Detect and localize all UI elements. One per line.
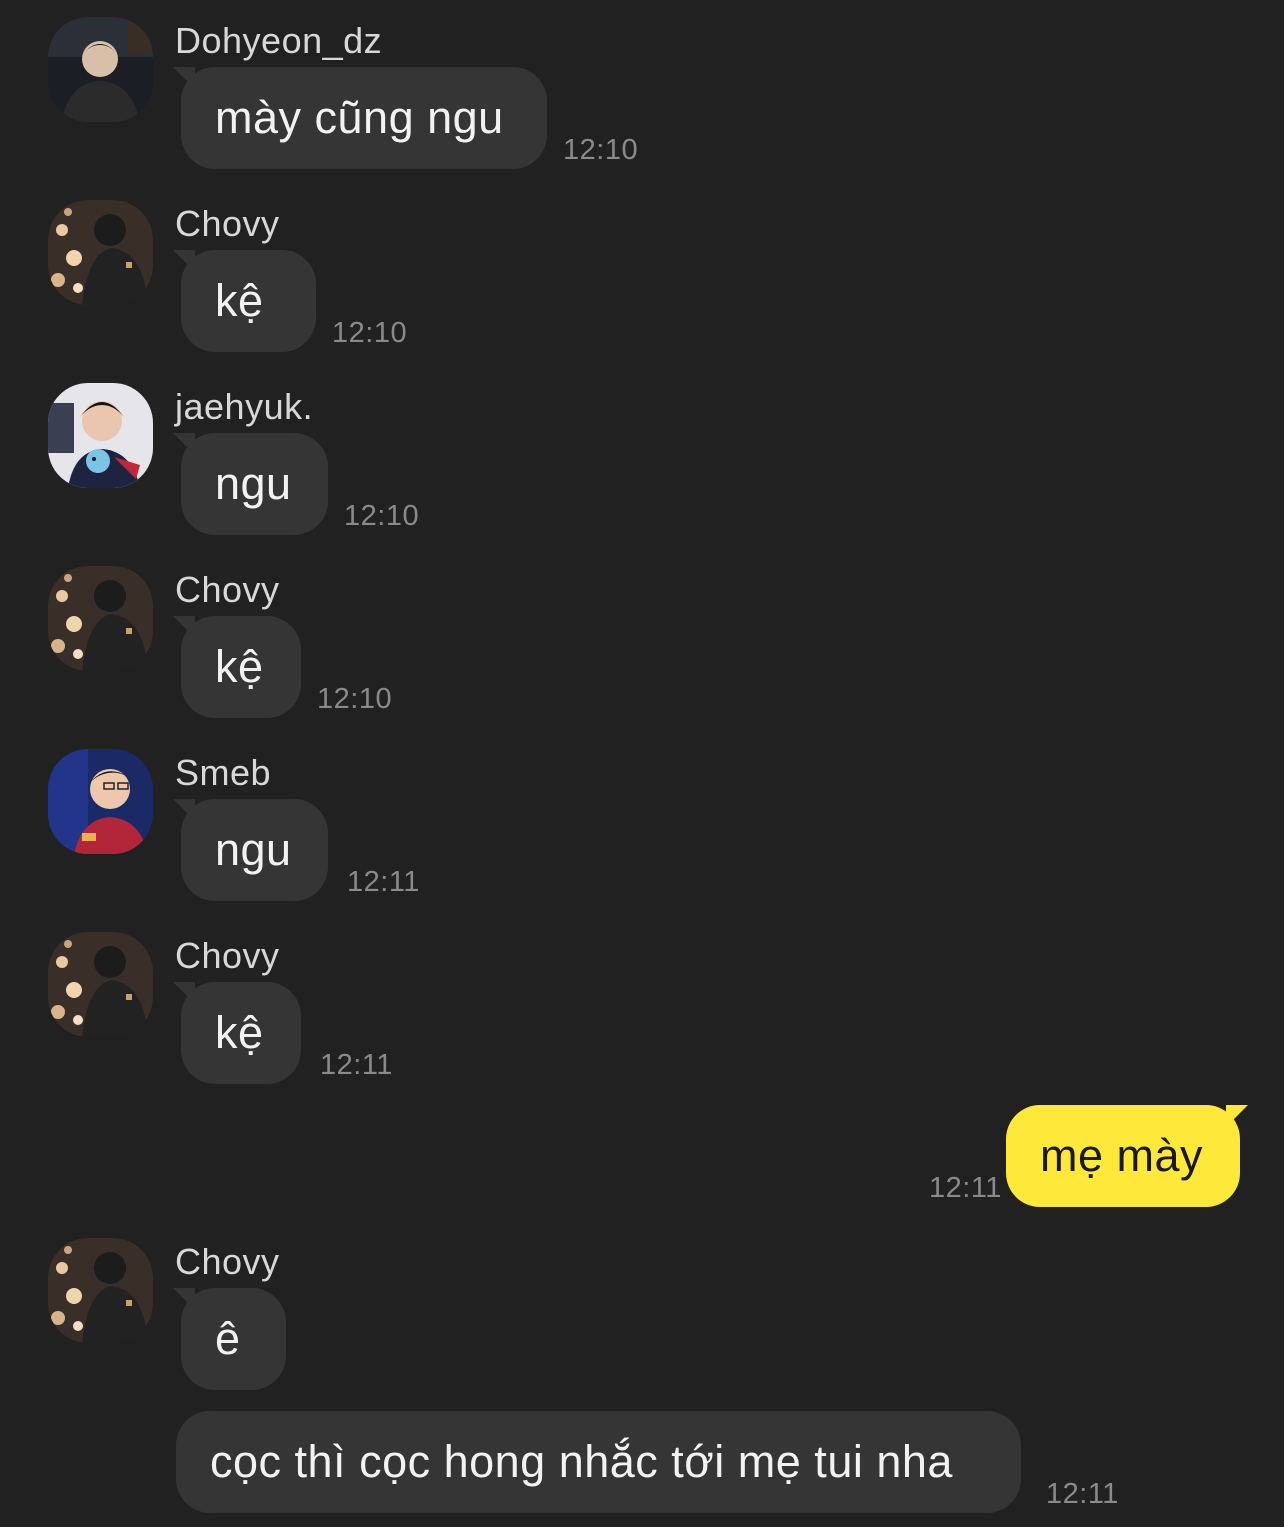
message-time: 12:10 bbox=[563, 134, 639, 166]
sender-name: Chovy bbox=[175, 203, 280, 244]
message-bubble[interactable]: ê bbox=[181, 1288, 286, 1390]
sender-name: Smeb bbox=[175, 752, 272, 793]
sender-name: jaehyuk. bbox=[175, 386, 314, 427]
dohyeon-avatar[interactable] bbox=[48, 17, 153, 122]
outgoing-message-bubble[interactable]: mẹ mày bbox=[1006, 1105, 1240, 1207]
chovy-avatar[interactable] bbox=[48, 1238, 153, 1343]
avatar-photo bbox=[48, 932, 153, 1037]
sender-name: Chovy bbox=[175, 935, 280, 976]
jaehyuk-avatar[interactable] bbox=[48, 383, 153, 488]
message-time: 12:11 bbox=[1046, 1478, 1119, 1510]
chovy-avatar[interactable] bbox=[48, 932, 153, 1037]
message-bubble[interactable]: ngu bbox=[181, 433, 328, 535]
avatar-photo bbox=[48, 200, 153, 305]
smeb-avatar[interactable] bbox=[48, 749, 153, 854]
message-bubble[interactable]: ngu bbox=[181, 799, 328, 901]
avatar-photo bbox=[48, 749, 153, 854]
message-time: 12:10 bbox=[317, 683, 393, 715]
avatar-photo bbox=[48, 17, 153, 122]
sender-name: Dohyeon_dz bbox=[175, 20, 383, 61]
message-bubble[interactable]: cọc thì cọc hong nhắc tới mẹ tui nha bbox=[176, 1411, 1021, 1513]
message-bubble[interactable]: mày cũng ngu bbox=[181, 67, 547, 169]
message-bubble[interactable]: kệ bbox=[181, 250, 316, 352]
avatar-photo bbox=[48, 1238, 153, 1343]
chovy-avatar[interactable] bbox=[48, 566, 153, 671]
message-time: 12:10 bbox=[344, 500, 420, 532]
message-time: 12:11 bbox=[320, 1049, 393, 1081]
avatar-photo bbox=[48, 566, 153, 671]
sender-name: Chovy bbox=[175, 569, 280, 610]
chovy-avatar[interactable] bbox=[48, 200, 153, 305]
message-bubble[interactable]: kệ bbox=[181, 982, 301, 1084]
message-time: 12:11 bbox=[929, 1172, 1002, 1204]
sender-name: Chovy bbox=[175, 1241, 280, 1282]
avatar-photo bbox=[48, 383, 153, 488]
message-time: 12:11 bbox=[347, 866, 420, 898]
message-time: 12:10 bbox=[332, 317, 408, 349]
message-bubble[interactable]: kệ bbox=[181, 616, 301, 718]
